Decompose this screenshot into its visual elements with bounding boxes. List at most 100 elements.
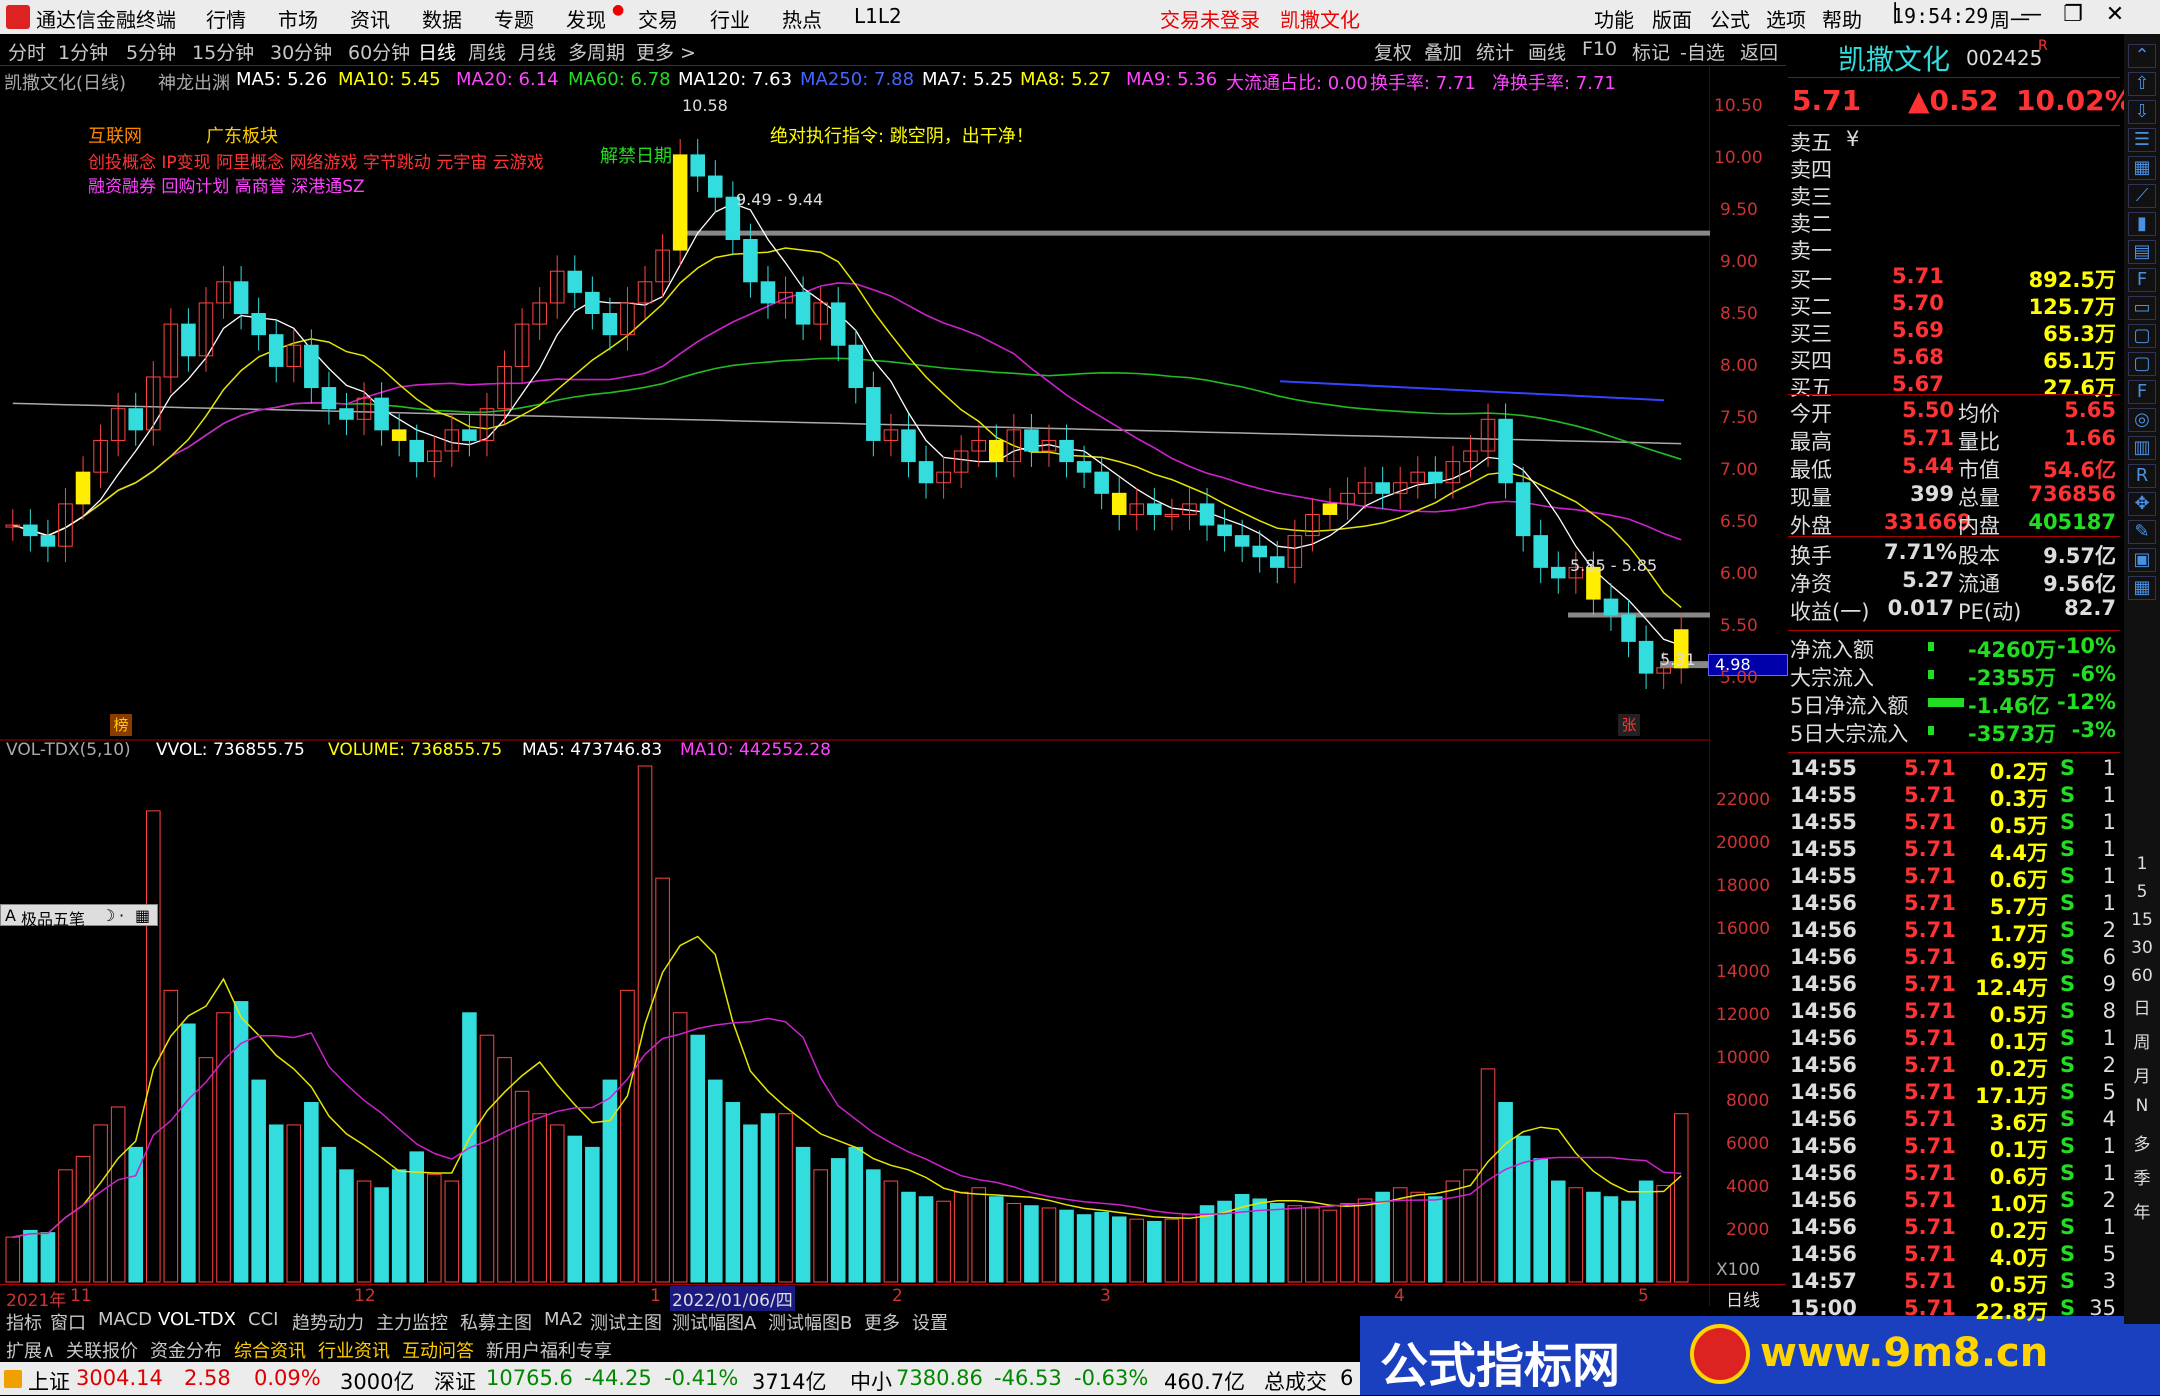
candle-body[interactable]	[40, 535, 56, 547]
menu-gongshi[interactable]: 公式	[1710, 4, 1750, 33]
volume-bar[interactable]	[93, 1124, 108, 1283]
volume-bar[interactable]	[5, 1236, 21, 1283]
side-period-label[interactable]: 多	[2124, 1130, 2160, 1155]
kline-chart-area[interactable]	[0, 66, 1710, 1306]
volume-bar[interactable]	[655, 877, 670, 1283]
ask-row[interactable]: 卖三	[1788, 180, 2120, 209]
volume-bar[interactable]	[391, 1169, 407, 1283]
volume-bar[interactable]	[795, 1146, 811, 1283]
volume-bar[interactable]	[356, 1180, 372, 1283]
volume-bar[interactable]	[602, 1079, 618, 1283]
volume-bar[interactable]	[444, 1180, 460, 1283]
tab-vol-tdx[interactable]: VOL-TDX	[158, 1309, 236, 1330]
btn-fuquan[interactable]: 复权	[1374, 38, 1412, 65]
candle-body[interactable]	[1076, 461, 1092, 473]
arrow-down-icon[interactable]: ⇩	[2128, 100, 2156, 124]
candle-body[interactable]	[1498, 418, 1513, 484]
crosshair-icon[interactable]: ✥	[2128, 492, 2156, 516]
candle-body[interactable]	[1217, 524, 1232, 537]
indicator-name[interactable]: 神龙出渊	[158, 69, 230, 95]
side-period-label[interactable]: 周	[2124, 1028, 2160, 1053]
side-period-label[interactable]: 年	[2124, 1198, 2160, 1223]
candle-body[interactable]	[743, 238, 758, 283]
volume-bar[interactable]	[532, 1113, 547, 1283]
tab-private-main[interactable]: 私募主图	[460, 1309, 532, 1335]
candle-body[interactable]	[848, 344, 864, 389]
volume-bar[interactable]	[1322, 1209, 1338, 1283]
side-period-num[interactable]: 1	[2124, 854, 2160, 874]
candle-body[interactable]	[462, 429, 477, 441]
volume-bar[interactable]	[1673, 1113, 1689, 1283]
menu-gongneng[interactable]: 功能	[1594, 4, 1634, 33]
period-fenshi[interactable]: 分时	[8, 38, 46, 65]
btn-huaxian[interactable]: 画线	[1528, 38, 1566, 65]
candle-body[interactable]	[1234, 535, 1250, 547]
tab-more[interactable]: 更多	[864, 1309, 900, 1335]
btn-tongji[interactable]: 统计	[1476, 38, 1514, 65]
period-15min[interactable]: 15分钟	[192, 38, 254, 65]
menu-faxian[interactable]: 发现	[566, 4, 606, 33]
side-period-label[interactable]: N	[2124, 1096, 2160, 1116]
volume-bar[interactable]	[1533, 1158, 1548, 1283]
side-period-num[interactable]: 5	[2124, 882, 2160, 902]
bid-row[interactable]: 买二 5.70 125.7万	[1788, 290, 2120, 319]
volume-bar[interactable]	[953, 1191, 969, 1283]
volume-bar[interactable]	[725, 1102, 741, 1283]
period-30min[interactable]: 30分钟	[270, 38, 332, 65]
ime-a-icon[interactable]: A	[5, 906, 16, 925]
tab-test-main[interactable]: 测试主图	[590, 1309, 662, 1335]
volume-bar[interactable]	[1603, 1196, 1619, 1283]
candle-body[interactable]	[567, 270, 583, 293]
period-monthly[interactable]: 月线	[518, 38, 556, 65]
candle-body[interactable]	[708, 175, 723, 198]
candle-body[interactable]	[1094, 471, 1109, 494]
chevron-up-icon[interactable]: ⌃	[2128, 44, 2156, 68]
close-icon[interactable]: ✕	[2098, 2, 2132, 27]
candle-body[interactable]	[1270, 556, 1285, 568]
volume-bar[interactable]	[23, 1229, 38, 1283]
candle-body[interactable]	[795, 291, 811, 325]
candle-body[interactable]	[989, 439, 1004, 463]
candle-body[interactable]	[830, 302, 846, 346]
period-1min[interactable]: 1分钟	[58, 38, 108, 65]
volume-bar[interactable]	[198, 1057, 214, 1283]
side-period-label[interactable]: 月	[2124, 1062, 2160, 1087]
f-icon[interactable]: F	[2128, 380, 2156, 404]
candle-body[interactable]	[585, 291, 600, 315]
period-5min[interactable]: 5分钟	[126, 38, 176, 65]
candle-body[interactable]	[23, 524, 38, 537]
volume-bar[interactable]	[1621, 1200, 1636, 1283]
period-daily[interactable]: 日线	[418, 38, 456, 65]
ask-row[interactable]: 卖四	[1788, 153, 2120, 182]
volume-bar[interactable]	[110, 1106, 126, 1283]
candle-body[interactable]	[1375, 482, 1390, 494]
restore-icon[interactable]: ❐	[2056, 2, 2090, 27]
volume-bar[interactable]	[1568, 1187, 1584, 1283]
volume-bar[interactable]	[1147, 1220, 1162, 1283]
volume-bar[interactable]	[883, 1180, 899, 1283]
volume-bar[interactable]	[1006, 1202, 1022, 1283]
tab-expand[interactable]: 扩展∧	[6, 1337, 55, 1363]
tab-test-b[interactable]: 测试幅图B	[768, 1309, 852, 1335]
candle-body[interactable]	[1322, 503, 1338, 515]
volume-bar[interactable]	[690, 1034, 705, 1283]
volume-bar[interactable]	[549, 1124, 565, 1283]
bid-row[interactable]: 买四 5.68 65.1万	[1788, 344, 2120, 373]
period-60min[interactable]: 60分钟	[348, 38, 410, 65]
candle-body[interactable]	[1111, 492, 1127, 515]
volume-bar[interactable]	[1357, 1198, 1373, 1283]
menu-shuju[interactable]: 数据	[422, 4, 462, 33]
volume-icon[interactable]: ▥	[2128, 436, 2156, 460]
volume-bar[interactable]	[1340, 1202, 1355, 1283]
arrow-up-icon[interactable]: ⇧	[2128, 72, 2156, 96]
bang-badge[interactable]: 榜	[110, 714, 132, 736]
menu-hangqing[interactable]: 行情	[206, 4, 246, 33]
volume-bar[interactable]	[181, 1023, 196, 1283]
moon-icon[interactable]: ☽	[101, 906, 115, 925]
volume-bar[interactable]	[901, 1191, 916, 1283]
volume-bar[interactable]	[374, 1187, 389, 1283]
menu-redian[interactable]: 热点	[782, 4, 822, 33]
volume-bar[interactable]	[813, 1169, 828, 1283]
list-icon[interactable]: ☰	[2128, 128, 2156, 152]
volume-bar[interactable]	[128, 1146, 143, 1283]
